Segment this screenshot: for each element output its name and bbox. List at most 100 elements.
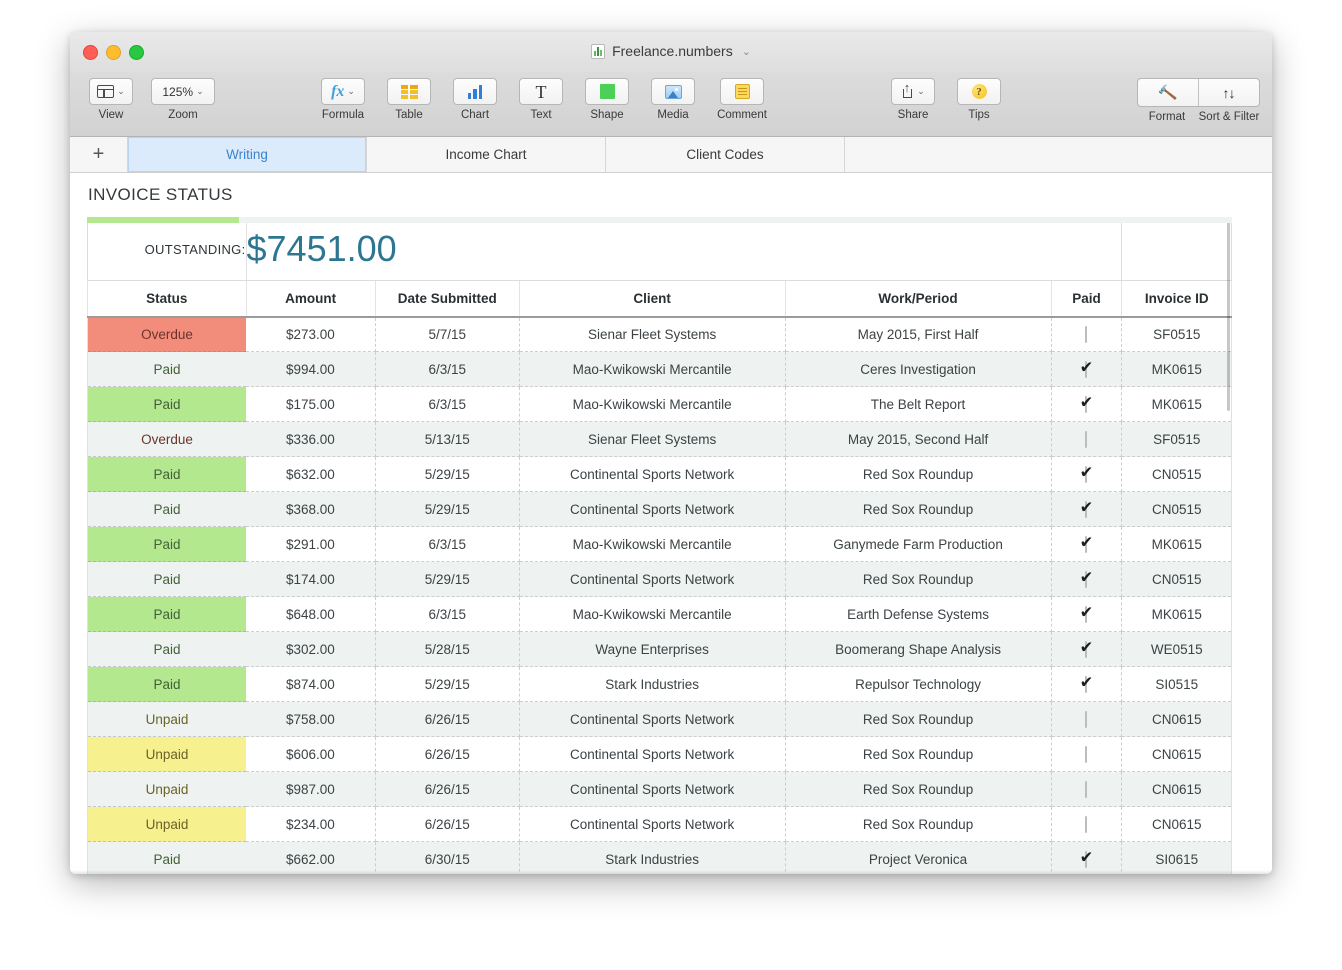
table-button[interactable] [387, 78, 431, 105]
cell-amount[interactable]: $987.00 [246, 772, 375, 807]
cell-date-submitted[interactable]: 6/26/15 [375, 737, 519, 772]
cell-client[interactable]: Continental Sports Network [519, 562, 785, 597]
cell-amount[interactable]: $273.00 [246, 317, 375, 352]
cell-date-submitted[interactable]: 5/7/15 [375, 317, 519, 352]
cell-date-submitted[interactable]: 5/29/15 [375, 457, 519, 492]
table-row[interactable]: Unpaid$758.006/26/15Continental Sports N… [88, 702, 1232, 737]
checkbox-unchecked-icon[interactable] [1085, 746, 1087, 763]
cell-amount[interactable]: $632.00 [246, 457, 375, 492]
cell-invoice-id[interactable]: SF0515 [1122, 317, 1232, 352]
cell-paid[interactable] [1051, 492, 1122, 527]
checkbox-checked-icon[interactable] [1085, 466, 1087, 483]
cell-date-submitted[interactable]: 6/3/15 [375, 597, 519, 632]
cell-amount[interactable]: $174.00 [246, 562, 375, 597]
table-row[interactable]: Paid$174.005/29/15Continental Sports Net… [88, 562, 1232, 597]
cell-work-period[interactable]: Ganymede Farm Production [785, 527, 1051, 562]
cell-invoice-id[interactable]: CN0515 [1122, 562, 1232, 597]
cell-date-submitted[interactable]: 5/28/15 [375, 632, 519, 667]
sort-filter-button[interactable]: ↑↓ [1198, 79, 1259, 106]
cell-status[interactable]: Unpaid [88, 702, 247, 737]
cell-status[interactable]: Paid [88, 527, 247, 562]
chart-button[interactable] [453, 78, 497, 105]
cell-status[interactable]: Overdue [88, 422, 247, 457]
cell-amount[interactable]: $994.00 [246, 352, 375, 387]
cell-date-submitted[interactable]: 5/13/15 [375, 422, 519, 457]
toolbar-item-zoom[interactable]: 125% ⌄ Zoom [144, 78, 222, 121]
cell-paid[interactable] [1051, 772, 1122, 807]
cell-amount[interactable]: $234.00 [246, 807, 375, 842]
comment-button[interactable] [720, 78, 764, 105]
cell-paid[interactable] [1051, 527, 1122, 562]
cell-amount[interactable]: $368.00 [246, 492, 375, 527]
cell-date-submitted[interactable]: 5/29/15 [375, 562, 519, 597]
column-header-invoice-id[interactable]: Invoice ID [1122, 281, 1232, 317]
cell-amount[interactable]: $606.00 [246, 737, 375, 772]
table-row[interactable]: Overdue$336.005/13/15Sienar Fleet System… [88, 422, 1232, 457]
column-header-status[interactable]: Status [88, 281, 247, 317]
cell-invoice-id[interactable]: WE0515 [1122, 632, 1232, 667]
cell-status[interactable]: Paid [88, 562, 247, 597]
cell-client[interactable]: Continental Sports Network [519, 737, 785, 772]
vertical-scrollbar[interactable] [1227, 221, 1230, 411]
zoom-button-toolbar[interactable]: 125% ⌄ [151, 78, 215, 105]
cell-date-submitted[interactable]: 6/26/15 [375, 772, 519, 807]
column-header-date-submitted[interactable]: Date Submitted [375, 281, 519, 317]
toolbar-item-formula[interactable]: fx ⌄ Formula [310, 78, 376, 121]
title-chevron-down-icon[interactable]: ⌄ [742, 45, 751, 58]
cell-status[interactable]: Unpaid [88, 772, 247, 807]
cell-amount[interactable]: $336.00 [246, 422, 375, 457]
cell-invoice-id[interactable]: MK0615 [1122, 527, 1232, 562]
cell-paid[interactable] [1051, 457, 1122, 492]
checkbox-checked-icon[interactable] [1085, 536, 1087, 553]
cell-invoice-id[interactable]: MK0615 [1122, 387, 1232, 422]
table-row[interactable]: Unpaid$234.006/26/15Continental Sports N… [88, 807, 1232, 842]
cell-paid[interactable] [1051, 702, 1122, 737]
cell-status[interactable]: Paid [88, 667, 247, 702]
shape-button[interactable] [585, 78, 629, 105]
column-header-work-period[interactable]: Work/Period [785, 281, 1051, 317]
cell-work-period[interactable]: Earth Defense Systems [785, 597, 1051, 632]
checkbox-checked-icon[interactable] [1085, 606, 1087, 623]
cell-invoice-id[interactable]: CN0515 [1122, 492, 1232, 527]
cell-invoice-id[interactable]: MK0615 [1122, 597, 1232, 632]
toolbar-item-shape[interactable]: Shape [574, 78, 640, 121]
cell-work-period[interactable]: Red Sox Roundup [785, 772, 1051, 807]
checkbox-checked-icon[interactable] [1085, 571, 1087, 588]
cell-amount[interactable]: $302.00 [246, 632, 375, 667]
table-row[interactable]: Paid$874.005/29/15Stark IndustriesRepuls… [88, 667, 1232, 702]
cell-work-period[interactable]: Boomerang Shape Analysis [785, 632, 1051, 667]
sheet-tab-writing[interactable]: Writing [128, 137, 367, 172]
cell-work-period[interactable]: Repulsor Technology [785, 667, 1051, 702]
sheet-tab-client-codes[interactable]: Client Codes [606, 137, 845, 172]
checkbox-unchecked-icon[interactable] [1085, 711, 1087, 728]
cell-paid[interactable] [1051, 387, 1122, 422]
cell-invoice-id[interactable]: CN0515 [1122, 457, 1232, 492]
cell-work-period[interactable]: May 2015, Second Half [785, 422, 1051, 457]
cell-client[interactable]: Stark Industries [519, 667, 785, 702]
format-button[interactable]: 🔨 [1138, 79, 1198, 106]
cell-amount[interactable]: $648.00 [246, 597, 375, 632]
column-header-amount[interactable]: Amount [246, 281, 375, 317]
table-row[interactable]: Paid$994.006/3/15Mao-Kwikowski Mercantil… [88, 352, 1232, 387]
text-button[interactable]: T [519, 78, 563, 105]
tips-button[interactable]: ? [957, 78, 1001, 105]
checkbox-unchecked-icon[interactable] [1085, 431, 1087, 448]
cell-client[interactable]: Mao-Kwikowski Mercantile [519, 597, 785, 632]
cell-invoice-id[interactable]: MK0615 [1122, 352, 1232, 387]
media-button[interactable] [651, 78, 695, 105]
cell-invoice-id[interactable]: SF0515 [1122, 422, 1232, 457]
cell-work-period[interactable]: Red Sox Roundup [785, 807, 1051, 842]
checkbox-checked-icon[interactable] [1085, 501, 1087, 518]
cell-paid[interactable] [1051, 422, 1122, 457]
cell-paid[interactable] [1051, 317, 1122, 352]
toolbar-item-chart[interactable]: Chart [442, 78, 508, 121]
cell-work-period[interactable]: Red Sox Roundup [785, 737, 1051, 772]
cell-status[interactable]: Paid [88, 632, 247, 667]
table-row[interactable]: Paid$291.006/3/15Mao-Kwikowski Mercantil… [88, 527, 1232, 562]
checkbox-checked-icon[interactable] [1085, 676, 1087, 693]
cell-work-period[interactable]: May 2015, First Half [785, 317, 1051, 352]
cell-status[interactable]: Unpaid [88, 807, 247, 842]
checkbox-checked-icon[interactable] [1085, 851, 1087, 868]
cell-work-period[interactable]: Red Sox Roundup [785, 492, 1051, 527]
toolbar-item-text[interactable]: T Text [508, 78, 574, 121]
